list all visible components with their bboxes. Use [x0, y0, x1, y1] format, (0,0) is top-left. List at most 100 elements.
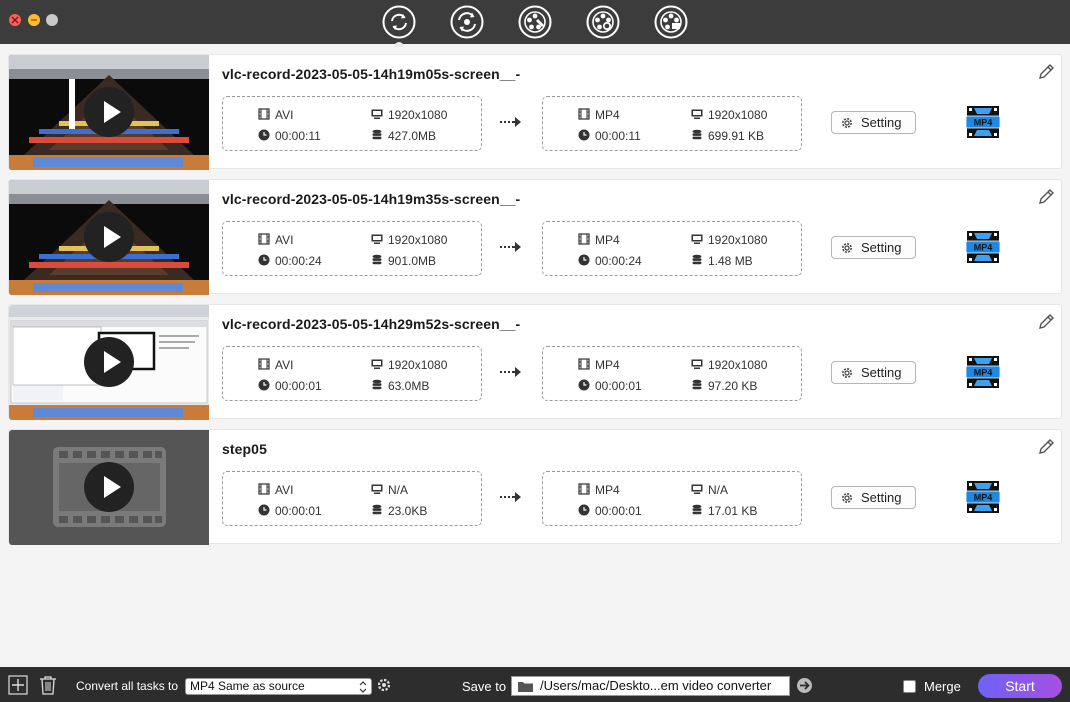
source-duration: 00:00:11 [275, 129, 321, 143]
task-filename: vlc-record-2023-05-05-14h19m05s-screen__… [222, 66, 521, 82]
task-list: vlc-record-2023-05-05-14h19m05s-screen__… [8, 54, 1062, 554]
play-icon[interactable] [84, 462, 134, 512]
film-icon [578, 233, 590, 245]
merge-label: Merge [924, 679, 961, 694]
setting-button[interactable]: Setting [831, 236, 916, 259]
output-format: MP4 [595, 358, 620, 372]
save-path-field[interactable]: /Users/mac/Deskto...em video converter [511, 676, 790, 696]
convert-all-label: Convert all tasks to [76, 679, 179, 693]
output-format: MP4 [595, 108, 620, 122]
media-tool[interactable] [654, 5, 688, 39]
clock-icon [578, 129, 590, 141]
compress-tool[interactable] [450, 5, 484, 39]
source-size: 427.0MB [388, 129, 437, 143]
output-info-box: MP4 N/A 00:00:01 17.01 KB [542, 471, 802, 526]
setting-button[interactable]: Setting [831, 111, 916, 134]
film-icon [258, 108, 270, 120]
convert-arrow-icon [500, 367, 521, 377]
mp4-badge-label: MP4 [974, 368, 993, 378]
database-icon [692, 129, 702, 140]
database-icon [692, 504, 702, 515]
close-icon [11, 16, 19, 24]
gear-icon [842, 368, 852, 378]
setting-button[interactable]: Setting [831, 361, 916, 384]
database-icon [372, 379, 382, 390]
mp4-format-icon[interactable]: MP4 [965, 480, 1001, 514]
mp4-format-icon[interactable]: MP4 [965, 355, 1001, 389]
play-icon[interactable] [84, 212, 134, 262]
source-resolution: 1920x1080 [388, 233, 448, 247]
video-thumbnail[interactable] [9, 305, 209, 420]
mp4-badge-label: MP4 [974, 118, 993, 128]
chevron-updown-icon [359, 681, 367, 693]
database-icon [372, 504, 382, 515]
add-file-icon[interactable] [8, 675, 28, 695]
play-icon[interactable] [84, 87, 134, 137]
setting-button[interactable]: Setting [831, 486, 916, 509]
output-resolution: 1920x1080 [708, 358, 768, 372]
mp4-format-icon[interactable]: MP4 [965, 105, 1001, 139]
output-size: 97.20 KB [708, 379, 758, 393]
task-item: vlc-record-2023-05-05-14h19m05s-screen__… [8, 54, 1062, 170]
source-info-box: AVI 1920x1080 00:00:01 63.0MB [222, 346, 482, 401]
source-resolution: N/A [388, 483, 409, 497]
task-item: step05 AVI N/A 00:00:01 23.0KB MP4 N/A 0… [8, 429, 1062, 545]
mp4-format-icon[interactable]: MP4 [965, 230, 1001, 264]
source-duration: 00:00:01 [275, 504, 322, 518]
close-window-button[interactable] [9, 14, 21, 26]
output-size: 17.01 KB [708, 504, 758, 518]
title-bar [0, 0, 1070, 47]
source-size: 23.0KB [388, 504, 428, 518]
film-icon [258, 483, 270, 495]
merge-checkbox[interactable] [903, 680, 916, 693]
monitor-icon [691, 109, 703, 119]
clock-icon [578, 379, 590, 391]
output-info-box: MP4 1920x1080 00:00:01 97.20 KB [542, 346, 802, 401]
output-size: 699.91 KB [708, 129, 765, 143]
clock-icon [258, 129, 270, 141]
edit-tool[interactable] [518, 5, 552, 39]
video-thumbnail[interactable] [9, 55, 209, 170]
start-button[interactable]: Start [978, 674, 1062, 698]
minimize-window-button[interactable] [28, 14, 40, 26]
effects-tool[interactable] [586, 5, 620, 39]
play-icon[interactable] [84, 337, 134, 387]
output-resolution: 1920x1080 [708, 108, 768, 122]
arrow-right-circle-icon[interactable] [796, 677, 813, 694]
pencil-edit-icon[interactable] [1037, 188, 1055, 206]
output-format-select[interactable]: MP4 Same as source [185, 678, 372, 695]
monitor-icon [691, 359, 703, 369]
video-thumbnail[interactable] [9, 180, 209, 295]
source-resolution: 1920x1080 [388, 358, 448, 372]
source-format: AVI [275, 483, 294, 497]
convert-tool[interactable] [382, 5, 416, 47]
gear-icon [842, 243, 852, 253]
source-format: AVI [275, 233, 294, 247]
clock-icon [258, 379, 270, 391]
zoom-window-button[interactable] [46, 14, 58, 26]
database-icon [372, 254, 382, 265]
folder-icon [518, 682, 533, 692]
minimize-icon [31, 19, 37, 21]
mp4-badge-label: MP4 [974, 493, 993, 503]
film-reel-edit-icon [518, 5, 552, 39]
source-info-box: AVI 1920x1080 00:00:11 427.0MB [222, 96, 482, 151]
gear-icon[interactable] [376, 677, 392, 693]
source-duration: 00:00:01 [275, 379, 322, 393]
convert-arrow-icon [500, 117, 521, 127]
video-thumbnail[interactable] [9, 430, 209, 545]
pencil-edit-icon[interactable] [1037, 438, 1055, 456]
task-item: vlc-record-2023-05-05-14h29m52s-screen__… [8, 304, 1062, 420]
film-reel-settings-icon [586, 5, 620, 39]
database-icon [692, 254, 702, 265]
film-icon [578, 483, 590, 495]
clock-icon [578, 504, 590, 516]
convert-arrow-icon [500, 242, 521, 252]
source-duration: 00:00:24 [275, 254, 322, 268]
convert-icon [382, 5, 416, 39]
monitor-icon [691, 484, 703, 494]
trash-icon[interactable] [38, 675, 58, 695]
pencil-edit-icon[interactable] [1037, 63, 1055, 81]
output-format: MP4 [595, 233, 620, 247]
pencil-edit-icon[interactable] [1037, 313, 1055, 331]
